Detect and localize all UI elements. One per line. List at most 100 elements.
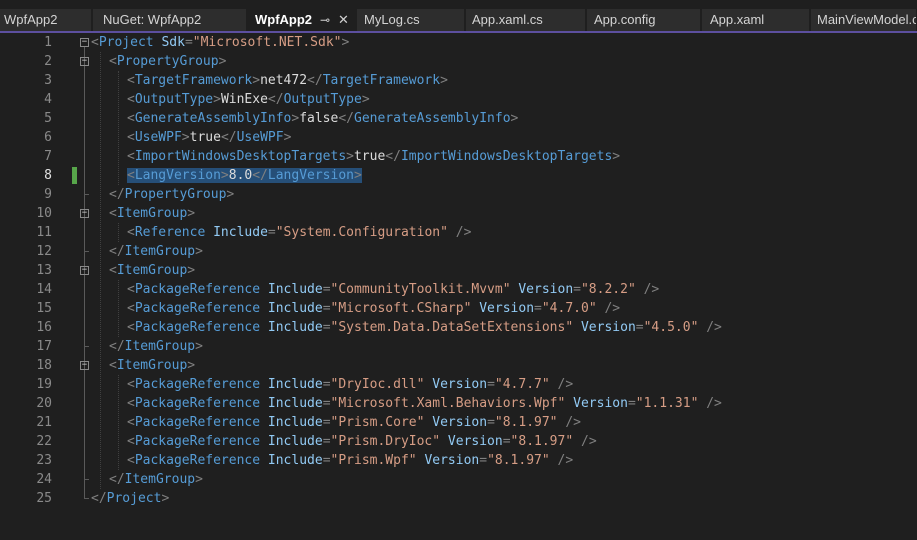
- code-line[interactable]: 9 </PropertyGroup>: [0, 185, 917, 204]
- token-punc: <: [127, 168, 135, 183]
- token-punc: =: [322, 453, 331, 468]
- tab-mylog-cs[interactable]: MyLog.cs: [357, 9, 465, 31]
- token-tag: Project: [98, 35, 154, 50]
- token-punc: >: [440, 73, 448, 88]
- token-attr: Version: [424, 453, 480, 468]
- collapse-region-icon[interactable]: −: [80, 266, 89, 275]
- code-line[interactable]: 20 <PackageReference Include="Microsoft.X…: [0, 394, 917, 413]
- code-text: </ItemGroup>: [109, 337, 203, 356]
- token-punc: <: [109, 54, 117, 69]
- tab-wpfapp2-left[interactable]: WpfApp2: [0, 9, 92, 31]
- token-val: "Microsoft.Xaml.Behaviors.Wpf": [330, 396, 566, 411]
- code-text: <ItemGroup>: [109, 204, 195, 223]
- token-tag: PackageReference: [134, 282, 261, 297]
- change-marker: [72, 167, 77, 184]
- tab-wpfapp2-csproj[interactable]: WpfApp2 ⊸ ✕: [248, 9, 356, 31]
- tab-mainviewmodel-cs[interactable]: MainViewModel.cs: [811, 9, 917, 31]
- code-line[interactable]: 15 <PackageReference Include="Microsoft.C…: [0, 299, 917, 318]
- code-text: <PackageReference Include="CommunityTool…: [127, 280, 659, 299]
- token-punc: >: [252, 73, 261, 88]
- collapse-region-icon[interactable]: −: [80, 38, 89, 47]
- code-line[interactable]: 24 </ItemGroup>: [0, 470, 917, 489]
- fold-range-line: [84, 218, 85, 251]
- token-tag: ItemGroup: [124, 339, 196, 354]
- code-line[interactable]: 17 </ItemGroup>: [0, 337, 917, 356]
- code-text: </PropertyGroup>: [109, 185, 234, 204]
- code-line[interactable]: 4 <OutputType>WinExe</OutputType>: [0, 90, 917, 109]
- token-punc: >: [346, 149, 354, 164]
- line-number: 21: [36, 415, 52, 430]
- tab-app-config[interactable]: App.config: [587, 9, 701, 31]
- code-line[interactable]: 21 <PackageReference Include="Prism.Core"…: [0, 413, 917, 432]
- token-val: "8.1.97": [487, 453, 550, 468]
- token-tag: PackageReference: [134, 396, 261, 411]
- token-punc: >: [187, 358, 196, 373]
- code-line[interactable]: 3 <TargetFramework>net472</TargetFramewor…: [0, 71, 917, 90]
- token-punc: >: [226, 187, 235, 202]
- token-punc: />: [706, 396, 722, 411]
- pin-icon[interactable]: ⊸: [320, 9, 330, 31]
- token-txt: true: [353, 149, 386, 164]
- close-icon[interactable]: ✕: [338, 9, 349, 31]
- token-attr: Include: [267, 301, 323, 316]
- code-text: <PackageReference Include="Prism.Core" V…: [127, 413, 581, 432]
- token-punc: >: [181, 130, 190, 145]
- collapse-region-icon[interactable]: −: [80, 209, 89, 218]
- token-punc: </: [109, 187, 125, 202]
- fold-range-line: [84, 275, 85, 346]
- token-tag: ItemGroup: [116, 358, 188, 373]
- code-line[interactable]: 16 <PackageReference Include="System.Data…: [0, 318, 917, 337]
- code-line[interactable]: 7 <ImportWindowsDesktopTargets>true</Impo…: [0, 147, 917, 166]
- code-line[interactable]: 1 <Project Sdk="Microsoft.NET.Sdk">: [0, 33, 917, 52]
- token-attr: Version: [479, 301, 535, 316]
- code-line[interactable]: 18 <ItemGroup>: [0, 356, 917, 375]
- token-txt: net472: [260, 73, 308, 88]
- code-line[interactable]: 22 <PackageReference Include="Prism.DryIo…: [0, 432, 917, 451]
- token-punc: >: [353, 168, 362, 183]
- code-line[interactable]: 14 <PackageReference Include="CommunityTo…: [0, 280, 917, 299]
- code-text: <TargetFramework>net472</TargetFramework…: [127, 71, 448, 90]
- code-line[interactable]: 6 <UseWPF>true</UseWPF>: [0, 128, 917, 147]
- code-editor[interactable]: 1 <Project Sdk="Microsoft.NET.Sdk"> 2 <Prop…: [0, 33, 917, 540]
- code-line[interactable]: 10 <ItemGroup>: [0, 204, 917, 223]
- code-line[interactable]: 23 <PackageReference Include="Prism.Wpf" …: [0, 451, 917, 470]
- token-tag: GenerateAssemblyInfo: [354, 111, 511, 126]
- token-attr: Include: [267, 453, 323, 468]
- code-line[interactable]: 8 <LangVersion>8.0</LangVersion>: [0, 166, 917, 185]
- code-text: <PropertyGroup>: [109, 52, 226, 71]
- line-number: 1: [44, 35, 52, 50]
- fold-range-end: [84, 479, 89, 480]
- code-line[interactable]: 12 </ItemGroup>: [0, 242, 917, 261]
- tab-app-xaml[interactable]: App.xaml: [702, 9, 810, 31]
- code-line[interactable]: 25 </Project>: [0, 489, 917, 508]
- collapse-region-icon[interactable]: −: [80, 361, 89, 370]
- token-punc: <: [127, 149, 135, 164]
- token-punc: >: [187, 263, 196, 278]
- code-line[interactable]: 2 <PropertyGroup>: [0, 52, 917, 71]
- code-text: <Project Sdk="Microsoft.NET.Sdk">: [91, 33, 349, 52]
- token-punc: />: [565, 415, 581, 430]
- token-punc: <: [127, 301, 135, 316]
- tab-app-xaml-cs[interactable]: App.xaml.cs: [466, 9, 586, 31]
- tab-nuget-wpfapp2[interactable]: NuGet: WpfApp2: [93, 9, 247, 31]
- code-line[interactable]: 19 <PackageReference Include="DryIoc.dll"…: [0, 375, 917, 394]
- fold-range-line: [84, 66, 85, 194]
- token-val: "1.1.31": [635, 396, 699, 411]
- token-punc: </: [338, 111, 354, 126]
- code-line[interactable]: 5 <GenerateAssemblyInfo>false</GenerateAs…: [0, 109, 917, 128]
- code-line[interactable]: 13 <ItemGroup>: [0, 261, 917, 280]
- collapse-region-icon[interactable]: −: [80, 57, 89, 66]
- code-text: <PackageReference Include="DryIoc.dll" V…: [127, 375, 573, 394]
- code-line[interactable]: 11 <Reference Include="System.Configurati…: [0, 223, 917, 242]
